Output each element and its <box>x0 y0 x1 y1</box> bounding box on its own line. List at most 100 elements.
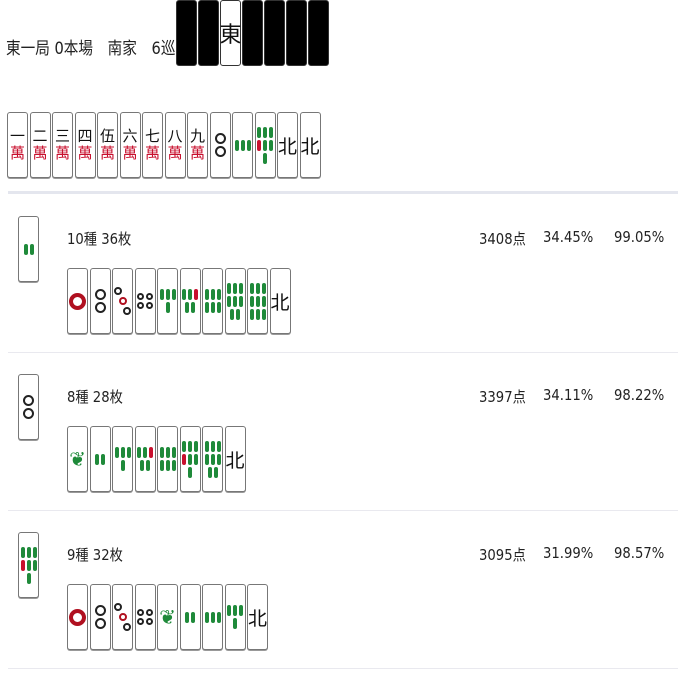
tile-2p[interactable] <box>89 584 111 650</box>
pin-circle <box>69 292 86 310</box>
tile-六萬[interactable]: 六萬 <box>119 112 141 178</box>
tile-5s[interactable] <box>179 268 201 334</box>
tile-9s[interactable] <box>247 268 268 334</box>
tile-3s[interactable] <box>202 584 223 650</box>
bamboo-stick <box>20 559 25 571</box>
discard-option[interactable]: 10種 36枚 3408点 34.45% 99.05% 北 <box>8 196 678 353</box>
tile-2s[interactable] <box>179 584 201 650</box>
option-points: 3397点 <box>479 388 526 406</box>
tile-2p[interactable] <box>18 374 39 440</box>
tile-6s[interactable] <box>202 268 223 334</box>
bamboo-stick <box>23 243 28 255</box>
tile-1p[interactable] <box>67 268 88 334</box>
discard-tile-slot <box>18 374 41 440</box>
tile-4p[interactable] <box>134 584 156 650</box>
tile-5s[interactable] <box>134 426 156 492</box>
man-number: 二 <box>32 127 48 145</box>
man-number: 伍 <box>99 127 115 145</box>
tile-1s[interactable]: ❦ <box>67 426 88 492</box>
tile-8s[interactable] <box>224 268 246 334</box>
man-number: 七 <box>144 127 160 145</box>
pin-circle <box>23 395 34 406</box>
bird-icon: ❦ <box>69 447 86 471</box>
tile-3p[interactable] <box>112 584 133 650</box>
tile-3p[interactable] <box>112 268 133 334</box>
bamboo-stick <box>233 295 237 307</box>
bamboo-stick <box>216 453 221 465</box>
bamboo-stick <box>204 611 209 623</box>
wait-tiles: 北 <box>67 268 292 334</box>
tile-2p[interactable] <box>209 112 231 178</box>
tile-北[interactable]: 北 <box>269 268 291 334</box>
tile-4p[interactable] <box>134 268 156 334</box>
tile-4s[interactable] <box>224 584 246 650</box>
tile-3s[interactable] <box>232 112 253 178</box>
sou-grid <box>113 446 132 472</box>
pin-circle <box>137 618 144 625</box>
bamboo-stick <box>32 559 37 571</box>
tile-7s[interactable] <box>254 112 276 178</box>
pin-circle <box>114 603 122 611</box>
tile-三萬[interactable]: 三萬 <box>52 112 73 178</box>
bamboo-stick <box>216 440 221 452</box>
pin-circle <box>214 133 226 144</box>
pin-circle <box>146 302 153 309</box>
tile-1s[interactable]: ❦ <box>157 584 178 650</box>
tile-7s[interactable] <box>18 532 39 598</box>
option-tenpai-rate: 98.22% <box>614 386 665 404</box>
tile-2p[interactable] <box>89 268 111 334</box>
pin-circle <box>146 618 153 625</box>
sou-grid <box>19 546 38 585</box>
man-number: 一 <box>9 127 25 145</box>
bamboo-stick <box>26 559 31 571</box>
pin-circle <box>137 293 144 300</box>
tile-七萬[interactable]: 七萬 <box>142 112 163 178</box>
pin-circle <box>214 146 226 157</box>
discard-option[interactable]: 9種 32枚 3095点 31.99% 98.57% ❦ 北 <box>8 512 678 669</box>
tile-4s[interactable] <box>112 426 133 492</box>
tile-九萬[interactable]: 九萬 <box>187 112 208 178</box>
pin-circle <box>94 289 106 300</box>
bamboo-stick <box>233 618 237 629</box>
tile-7s[interactable] <box>179 426 201 492</box>
bamboo-stick <box>216 302 221 313</box>
tile-北[interactable]: 北 <box>224 426 246 492</box>
bamboo-stick <box>227 295 231 307</box>
tile-伍萬[interactable]: 伍萬 <box>97 112 118 178</box>
tile-四萬[interactable]: 四萬 <box>74 112 96 178</box>
honor-glyph: 北 <box>248 607 268 630</box>
bamboo-stick <box>188 453 192 465</box>
bamboo-stick <box>255 295 260 307</box>
tile-2s[interactable] <box>89 426 111 492</box>
option-points: 3408点 <box>479 230 526 248</box>
option-win-rate: 31.99% <box>543 544 594 562</box>
pin-circle <box>146 293 153 300</box>
bamboo-stick <box>269 126 273 138</box>
pin-circle <box>123 623 131 631</box>
bamboo-stick <box>188 440 192 452</box>
tile-北[interactable]: 北 <box>277 112 298 178</box>
bamboo-stick <box>101 453 105 465</box>
dora-hidden-tile <box>198 0 219 66</box>
bamboo-stick <box>257 126 261 138</box>
wait-tiles: ❦ 北 <box>67 584 270 650</box>
tile-2s[interactable] <box>18 216 39 282</box>
sou-grid <box>203 288 222 314</box>
tile-八萬[interactable]: 八萬 <box>164 112 186 178</box>
bamboo-stick <box>234 139 239 151</box>
bamboo-stick <box>227 605 231 616</box>
tile-1p[interactable] <box>67 584 88 650</box>
discard-option[interactable]: 8種 28枚 3397点 34.11% 98.22% ❦ 北 <box>8 354 678 511</box>
tile-二萬[interactable]: 二萬 <box>29 112 51 178</box>
tile-一萬[interactable]: 一萬 <box>7 112 28 178</box>
bamboo-stick <box>239 282 243 294</box>
tile-北[interactable]: 北 <box>299 112 321 178</box>
bamboo-stick <box>204 289 209 300</box>
man-suit: 萬 <box>32 144 48 162</box>
tile-北[interactable]: 北 <box>247 584 268 650</box>
tile-4s[interactable] <box>157 268 178 334</box>
bamboo-stick <box>261 282 266 294</box>
tile-8s[interactable] <box>202 426 223 492</box>
bamboo-stick <box>188 289 192 300</box>
tile-6s[interactable] <box>157 426 178 492</box>
